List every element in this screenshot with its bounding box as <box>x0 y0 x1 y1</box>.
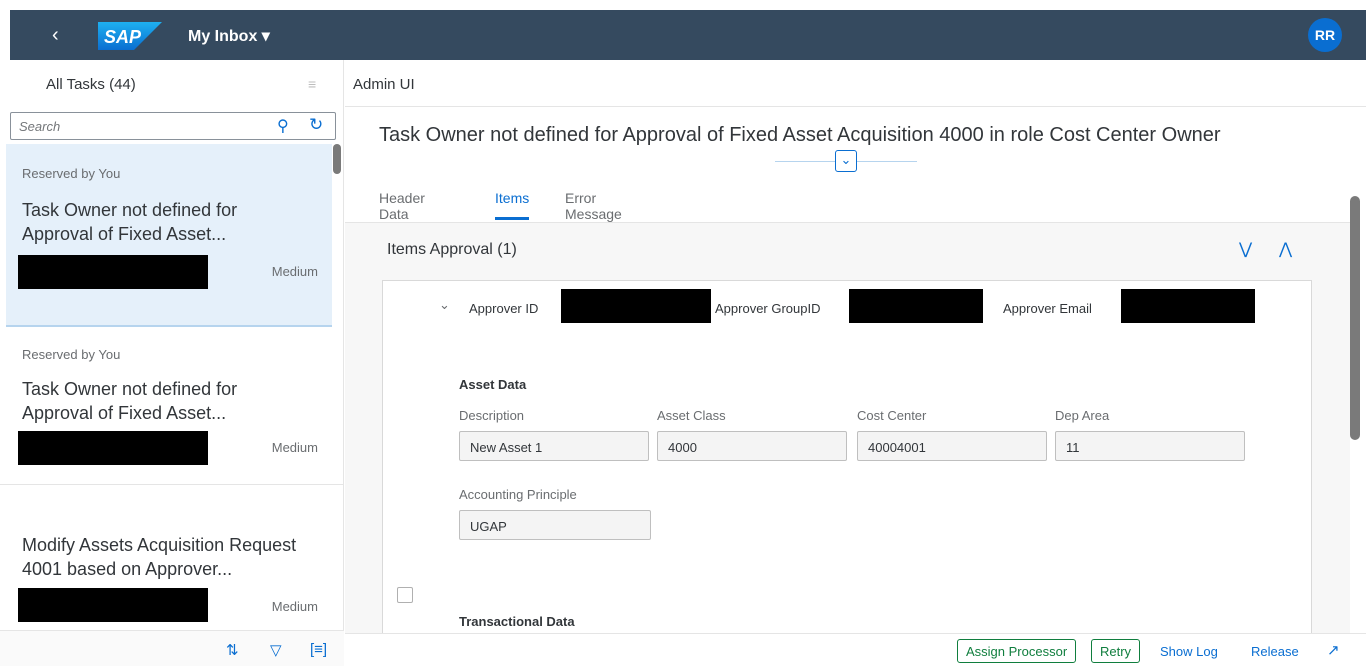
item-title: Task Owner not defined for Approval of F… <box>22 377 322 425</box>
svg-text:SAP: SAP <box>104 27 142 47</box>
item-title-line: Task Owner not defined for <box>22 379 238 399</box>
divider <box>345 106 1366 107</box>
tab-items[interactable]: Items <box>495 190 530 220</box>
breadcrumb: Admin UI <box>353 76 415 93</box>
retry-button[interactable]: Retry <box>1091 639 1141 663</box>
redacted-block <box>1121 289 1255 323</box>
search-input[interactable]: Search ⚲ ↻ <box>10 112 336 140</box>
item-priority: Medium <box>271 599 318 614</box>
release-button[interactable]: Release <box>1251 644 1299 659</box>
item-title-line: Modify Assets Acquisition Request <box>22 535 297 555</box>
redacted-block <box>18 431 208 465</box>
shell-bar: ‹ SAP My Inbox ▾ RR <box>10 10 1366 60</box>
transactional-data-heading: Transactional Data <box>459 614 575 629</box>
tab-error-message[interactable]: Error Message <box>565 190 622 222</box>
task-list: Reserved by You Task Owner not defined f… <box>0 144 344 630</box>
task-list-header: All Tasks (44) ≡ <box>0 60 344 106</box>
asset-data-heading: Asset Data <box>459 377 527 392</box>
page-title: Task Owner not defined for Approval of F… <box>379 124 1221 146</box>
asset-class-field[interactable]: 4000 <box>657 431 847 461</box>
asset-class-label: Asset Class <box>657 408 726 423</box>
section-title: Items Approval (1) <box>387 241 517 258</box>
group-list-icon[interactable]: ≡ <box>308 76 324 94</box>
refresh-icon[interactable]: ↻ <box>309 115 323 135</box>
approver-group-label: Approver GroupID <box>715 301 821 316</box>
approver-id-label: Approver ID <box>469 301 539 316</box>
task-detail-pane: Admin UI Task Owner not defined for Appr… <box>345 60 1366 666</box>
accounting-principle-field[interactable]: UGAP <box>459 510 651 540</box>
description-label: Description <box>459 408 525 423</box>
item-priority: Medium <box>271 264 318 279</box>
redacted-block <box>849 289 983 323</box>
approver-panel: ⌄ Approver ID Approver GroupID Approver … <box>382 280 1312 640</box>
item-status: Reserved by You <box>22 166 121 181</box>
accounting-principle-label: Accounting Principle <box>459 487 577 502</box>
search-icon[interactable]: ⚲ <box>277 116 289 136</box>
list-item[interactable]: Modify Assets Acquisition Request 4001 b… <box>6 485 332 630</box>
dep-area-field[interactable]: 11 <box>1055 431 1245 461</box>
redacted-block <box>18 255 208 289</box>
list-scrollbar[interactable] <box>333 144 341 174</box>
app-title-menu[interactable]: My Inbox ▾ <box>188 26 270 46</box>
filter-icon[interactable]: ▽ <box>270 641 282 659</box>
assign-processor-button[interactable]: Assign Processor <box>957 639 1077 663</box>
group-icon[interactable]: [≡] <box>310 641 327 658</box>
tab-header-data[interactable]: Header Data <box>379 190 425 222</box>
item-priority: Medium <box>271 440 318 455</box>
dep-area-label: Dep Area <box>1055 408 1110 423</box>
expand-all-icon[interactable]: ⋁ <box>1239 239 1252 259</box>
redacted-block <box>18 588 208 622</box>
list-item[interactable]: Reserved by You Task Owner not defined f… <box>6 329 332 484</box>
action-footer: Assign Processor Retry Show Log Release … <box>345 633 1366 666</box>
item-title-line: 4001 based on Approver... <box>22 559 233 579</box>
task-list-title: All Tasks (44) <box>46 76 136 93</box>
item-title: Task Owner not defined for Approval of F… <box>22 198 322 246</box>
item-title: Modify Assets Acquisition Request 4001 b… <box>22 533 322 581</box>
sap-logo[interactable]: SAP <box>98 22 162 50</box>
user-avatar[interactable]: RR <box>1308 18 1342 52</box>
item-status: Reserved by You <box>22 347 121 362</box>
cost-center-field[interactable]: 40004001 <box>857 431 1047 461</box>
sort-icon[interactable]: ⇅ <box>226 641 239 659</box>
item-title-line: Approval of Fixed Asset... <box>22 403 227 423</box>
task-list-footer: ⇅ ▽ [≡] <box>0 630 344 666</box>
cost-center-label: Cost Center <box>857 408 927 423</box>
task-list-pane: All Tasks (44) ≡ Search ⚲ ↻ Reserved by … <box>0 60 344 666</box>
show-log-button[interactable]: Show Log <box>1160 644 1218 659</box>
description-field[interactable]: New Asset 1 <box>459 431 649 461</box>
item-checkbox[interactable] <box>397 587 413 603</box>
items-approval-section: Items Approval (1) ⋁ ⋀ ⌄ Approver ID App… <box>345 223 1350 640</box>
chevron-down-icon[interactable]: ⌄ <box>439 297 450 313</box>
item-title-line: Task Owner not defined for <box>22 200 238 220</box>
search-placeholder: Search <box>19 119 61 134</box>
open-external-icon[interactable]: ↗ <box>1327 641 1340 659</box>
approver-email-label: Approver Email <box>1003 301 1092 316</box>
back-chevron-icon[interactable]: ‹ <box>52 24 72 46</box>
list-item[interactable]: Reserved by You Task Owner not defined f… <box>6 144 332 327</box>
detail-scrollbar[interactable] <box>1350 196 1360 440</box>
redacted-block <box>561 289 711 323</box>
header-collapse-button[interactable]: ⌄ <box>835 150 857 172</box>
collapse-all-icon[interactable]: ⋀ <box>1279 239 1292 259</box>
item-title-line: Approval of Fixed Asset... <box>22 224 227 244</box>
